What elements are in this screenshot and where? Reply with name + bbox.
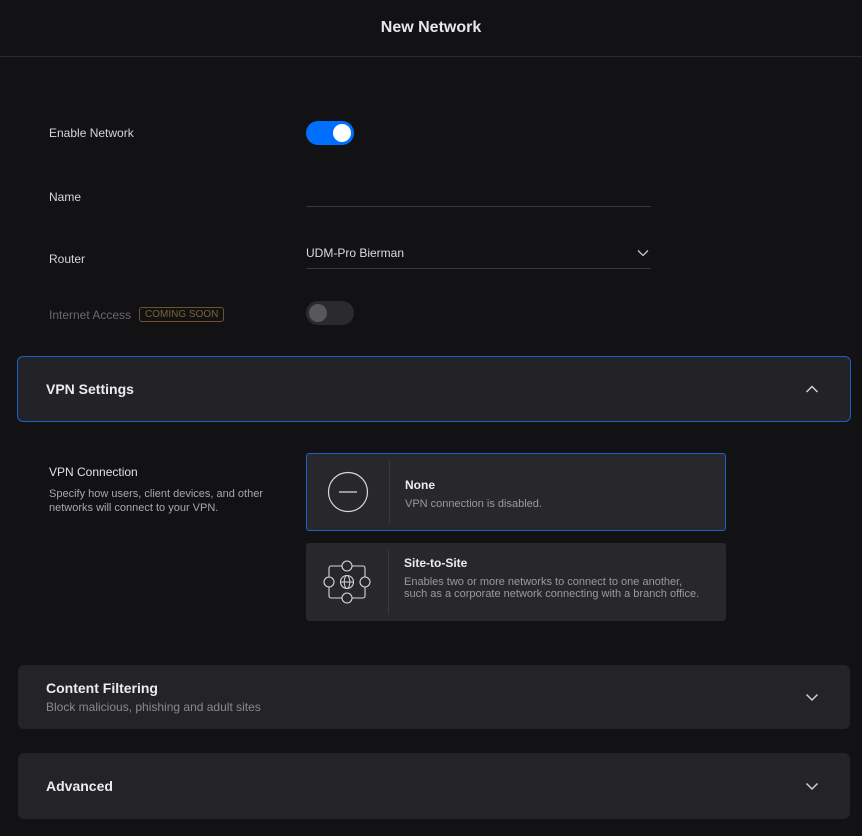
chevron-down-icon [805, 782, 819, 791]
name-input[interactable] [306, 180, 651, 207]
content-filtering-header[interactable]: Content Filtering Block malicious, phish… [18, 665, 850, 729]
vpn-option-description: Enables two or more networks to connect … [404, 576, 700, 600]
advanced-title: Advanced [46, 778, 113, 794]
vpn-connection-label-group: VPN Connection Specify how users, client… [49, 465, 289, 515]
toggle-knob [309, 304, 327, 322]
enable-network-toggle[interactable] [306, 121, 354, 145]
content-filtering-title: Content Filtering [46, 680, 158, 696]
advanced-header[interactable]: Advanced [18, 753, 850, 819]
vpn-option-icon-cell [307, 461, 390, 523]
vpn-connection-label: VPN Connection [49, 465, 138, 479]
vpn-connection-description: Specify how users, client devices, and o… [49, 488, 264, 514]
minus-circle-icon [327, 471, 369, 513]
vpn-settings-title: VPN Settings [46, 381, 134, 397]
internet-access-toggle [306, 301, 354, 325]
chevron-down-icon [637, 250, 649, 257]
vpn-option-text: None VPN connection is disabled. [405, 478, 705, 510]
vpn-settings-header[interactable]: VPN Settings [17, 356, 851, 422]
chevron-down-icon [805, 693, 819, 702]
router-select[interactable]: UDM-Pro Bierman [306, 238, 651, 269]
content-filtering-subtitle: Block malicious, phishing and adult site… [46, 700, 261, 714]
enable-network-label: Enable Network [49, 126, 134, 140]
vpn-option-title: None [405, 478, 435, 492]
vpn-option-description: VPN connection is disabled. [405, 498, 542, 510]
vpn-option-title: Site-to-Site [404, 556, 468, 570]
page-title: New Network [380, 19, 482, 36]
page-header: New Network [0, 0, 862, 57]
coming-soon-badge: COMING SOON [139, 307, 225, 322]
vpn-option-icon-cell [306, 550, 389, 614]
chevron-up-icon [805, 385, 819, 393]
vpn-option-site-to-site[interactable]: Site-to-Site Enables two or more network… [306, 543, 726, 621]
router-value: UDM-Pro Bierman [306, 246, 405, 260]
internet-access-label: Internet Access [49, 307, 132, 322]
content-filtering-text: Content Filtering Block malicious, phish… [46, 680, 261, 714]
router-label: Router [49, 252, 86, 266]
internet-access-row: Internet Access COMING SOON [49, 307, 225, 322]
vpn-option-none[interactable]: None VPN connection is disabled. [306, 453, 726, 531]
toggle-knob [333, 124, 351, 142]
name-label: Name [49, 190, 82, 204]
vpn-option-text: Site-to-Site Enables two or more network… [404, 556, 706, 600]
site-to-site-icon [323, 560, 371, 604]
